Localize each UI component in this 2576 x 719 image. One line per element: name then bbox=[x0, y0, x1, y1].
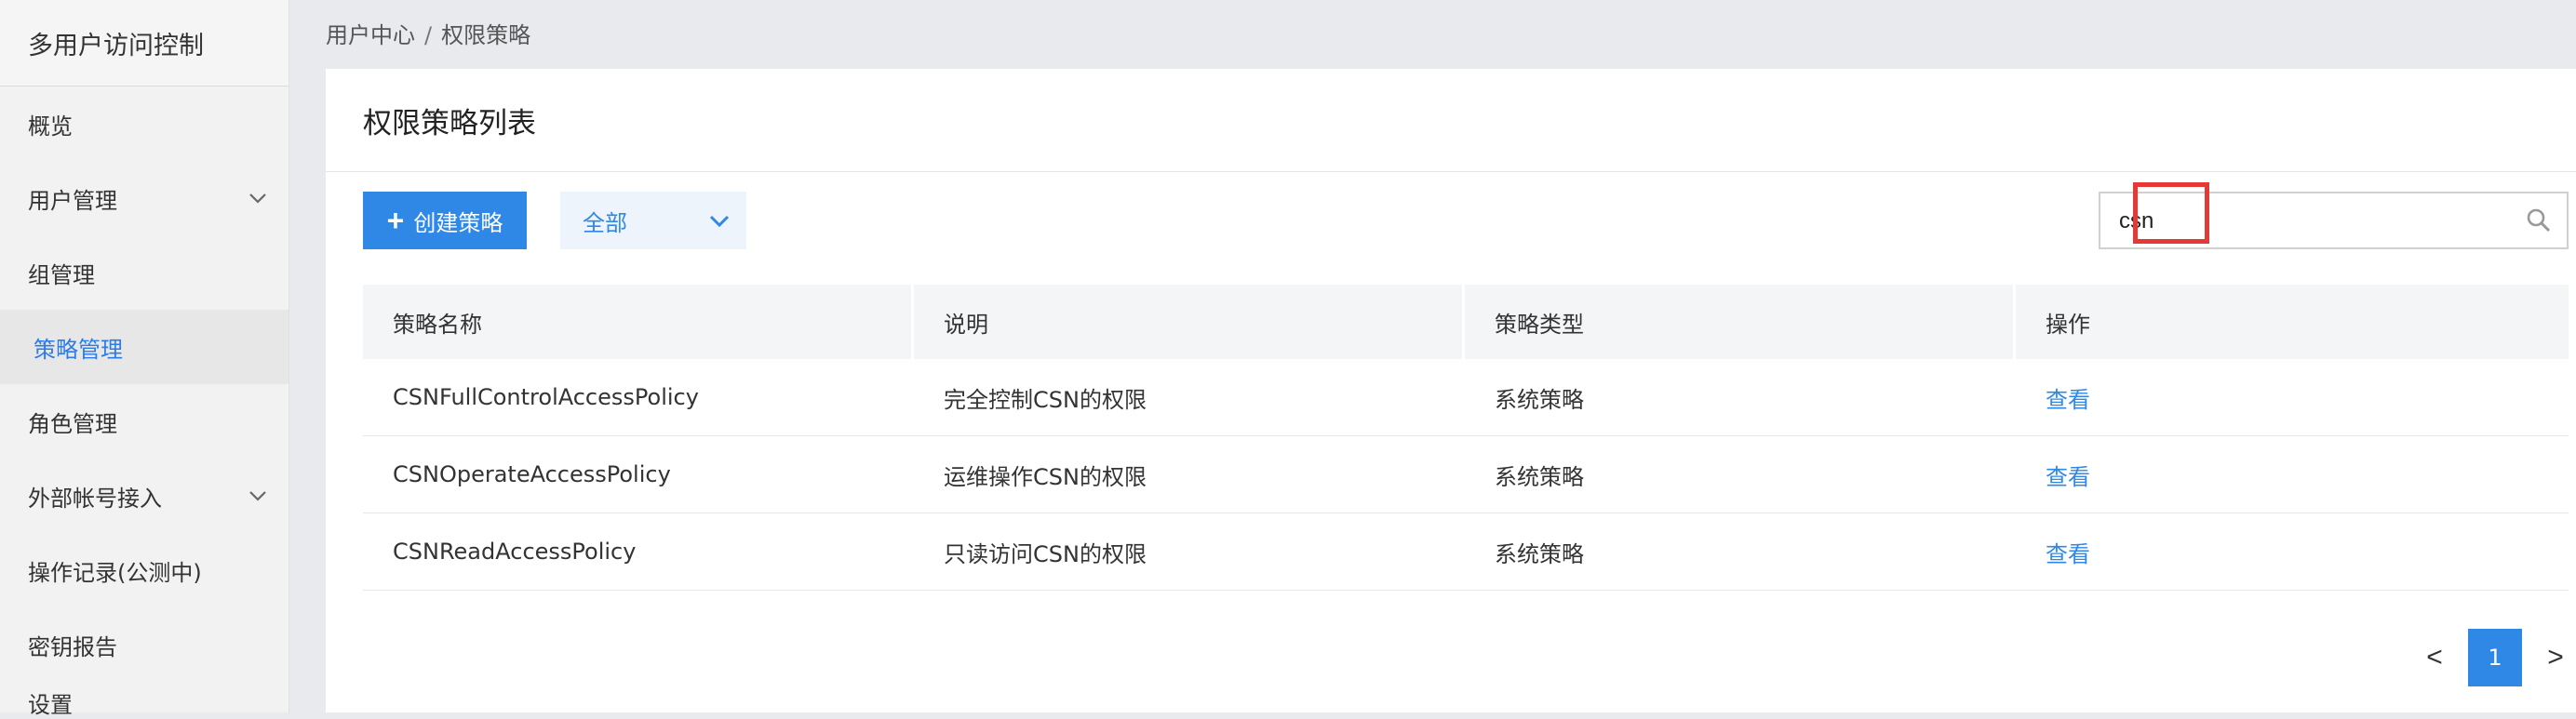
sidebar-item-label: 用户管理 bbox=[28, 187, 117, 214]
table-header: 策略名称 说明 策略类型 操作 bbox=[363, 285, 2569, 359]
sidebar-item-user-management[interactable]: 用户管理 bbox=[0, 161, 288, 235]
page-number-button[interactable]: 1 bbox=[2468, 629, 2522, 686]
create-policy-label: 创建策略 bbox=[413, 210, 503, 236]
policy-description: 只读访问CSN的权限 bbox=[944, 540, 1147, 567]
prev-page-button[interactable]: < bbox=[2414, 642, 2455, 673]
policy-table: 策略名称 说明 策略类型 操作 CSNFullControlAccessPoli… bbox=[363, 285, 2569, 591]
breadcrumb: 用户中心 / 权限策略 bbox=[326, 17, 530, 49]
page-title: 权限策略列表 bbox=[326, 69, 2576, 172]
table-row: CSNFullControlAccessPolicy 完全控制CSN的权限 系统… bbox=[363, 359, 2569, 436]
policy-type-select[interactable]: 全部 bbox=[560, 192, 746, 249]
search-input[interactable] bbox=[2117, 201, 2475, 242]
view-link[interactable]: 查看 bbox=[2046, 459, 2090, 491]
plus-icon: + bbox=[386, 204, 405, 237]
table-row: CSNOperateAccessPolicy 运维操作CSN的权限 系统策略 查… bbox=[363, 436, 2569, 513]
next-page-button[interactable]: > bbox=[2535, 642, 2576, 673]
main-panel: 权限策略列表 + 创建策略 全部 策略名称 说明 策 bbox=[326, 69, 2576, 712]
breadcrumb-root[interactable]: 用户中心 bbox=[326, 22, 415, 48]
column-header-name: 策略名称 bbox=[363, 285, 914, 359]
sidebar-item-settings[interactable]: 设置 bbox=[0, 682, 288, 719]
policy-type: 系统策略 bbox=[1495, 386, 1584, 413]
breadcrumb-separator: / bbox=[424, 22, 433, 48]
sidebar-item-label: 外部帐号接入 bbox=[28, 485, 162, 512]
policy-description: 完全控制CSN的权限 bbox=[944, 386, 1147, 413]
column-header-type: 策略类型 bbox=[1465, 285, 2016, 359]
chevron-down-icon bbox=[248, 486, 268, 506]
sidebar-item-key-report[interactable]: 密钥报告 bbox=[0, 607, 288, 682]
sidebar-item-external-account[interactable]: 外部帐号接入 bbox=[0, 459, 288, 533]
table-row: CSNReadAccessPolicy 只读访问CSN的权限 系统策略 查看 bbox=[363, 513, 2569, 591]
sidebar-item-label: 密钥报告 bbox=[28, 633, 117, 660]
search-field[interactable] bbox=[2099, 192, 2569, 249]
sidebar-item-group-management[interactable]: 组管理 bbox=[0, 235, 288, 310]
toolbar: + 创建策略 全部 bbox=[363, 182, 2576, 249]
sidebar: 多用户访问控制 概览 用户管理 组管理 策略管理 角色管理 外部帐号接入 操作记… bbox=[0, 0, 289, 718]
policy-type-select-value: 全部 bbox=[583, 209, 627, 236]
sidebar-item-label: 设置 bbox=[28, 692, 73, 718]
search-icon[interactable] bbox=[2526, 207, 2552, 233]
policy-name: CSNFullControlAccessPolicy bbox=[393, 384, 699, 410]
sidebar-item-role-management[interactable]: 角色管理 bbox=[0, 384, 288, 459]
sidebar-item-overview[interactable]: 概览 bbox=[0, 87, 288, 161]
sidebar-item-policy-management[interactable]: 策略管理 bbox=[0, 310, 288, 384]
view-link[interactable]: 查看 bbox=[2046, 536, 2090, 568]
sidebar-item-label: 概览 bbox=[28, 113, 73, 140]
chevron-down-icon bbox=[248, 188, 268, 208]
sidebar-item-label: 策略管理 bbox=[34, 336, 123, 363]
sidebar-title: 多用户访问控制 bbox=[0, 0, 288, 87]
create-policy-button[interactable]: + 创建策略 bbox=[363, 192, 527, 249]
breadcrumb-current: 权限策略 bbox=[441, 22, 531, 48]
sidebar-item-operation-log[interactable]: 操作记录(公测中) bbox=[0, 533, 288, 607]
pagination: < 1 > bbox=[2414, 629, 2576, 686]
view-link[interactable]: 查看 bbox=[2046, 381, 2090, 414]
sidebar-item-label: 角色管理 bbox=[28, 410, 117, 437]
sidebar-item-label: 操作记录(公测中) bbox=[28, 559, 202, 586]
column-header-action: 操作 bbox=[2046, 311, 2090, 338]
sidebar-item-label: 组管理 bbox=[28, 261, 95, 288]
policy-type: 系统策略 bbox=[1495, 540, 1584, 567]
policy-description: 运维操作CSN的权限 bbox=[944, 463, 1147, 490]
chevron-down-icon bbox=[709, 207, 730, 233]
policy-type: 系统策略 bbox=[1495, 463, 1584, 490]
column-header-description: 说明 bbox=[914, 285, 1465, 359]
policy-name: CSNOperateAccessPolicy bbox=[393, 461, 671, 487]
policy-name: CSNReadAccessPolicy bbox=[393, 539, 637, 565]
